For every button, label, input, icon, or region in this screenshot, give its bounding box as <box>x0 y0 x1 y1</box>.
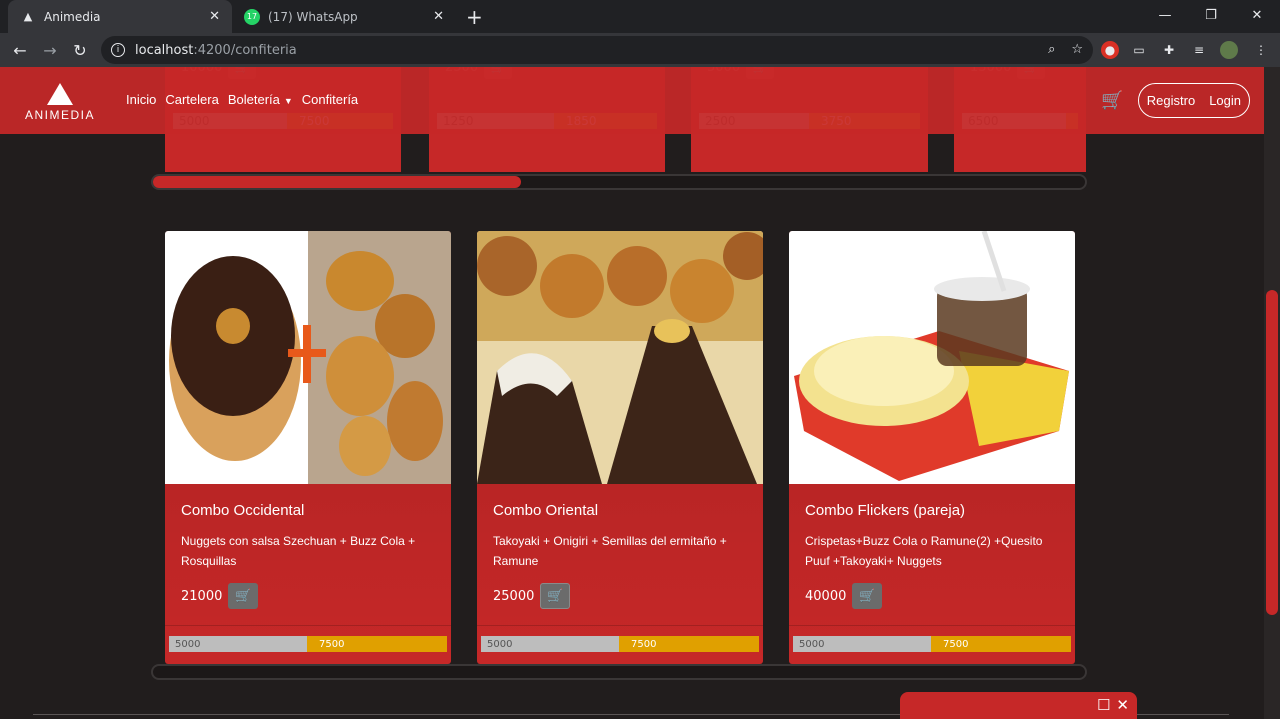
login-link[interactable]: Login <box>1209 93 1241 108</box>
close-tab-icon[interactable]: ✕ <box>433 9 444 24</box>
combo-image <box>789 231 1075 484</box>
browser-toolbar: ← → ↻ i localhost:4200/confiteria ⌕ ☆ ● … <box>0 33 1280 67</box>
nav-link-confiteria[interactable]: Confitería <box>302 92 358 107</box>
tab-whatsapp[interactable]: 17 (17) WhatsApp ✕ <box>232 0 456 33</box>
price-bar: 50007500 <box>793 636 1071 652</box>
extension-record-icon[interactable]: ● <box>1101 41 1119 59</box>
profile-avatar[interactable] <box>1220 41 1238 59</box>
cart-icon[interactable]: 🛒 <box>1101 90 1123 111</box>
auth-group: Registro Login <box>1137 83 1250 118</box>
nav-link-boleteria[interactable]: Boletería ▼ <box>228 92 293 107</box>
tab-title: Animedia <box>44 9 101 24</box>
combo-price: 25000 <box>493 588 535 604</box>
bookmark-star-icon[interactable]: ☆ <box>1071 42 1083 57</box>
window-controls: — ❐ ✕ <box>1142 0 1280 30</box>
price-row: 21000 🛒 <box>181 583 259 609</box>
logo-text: ANIMEDIA <box>24 108 95 122</box>
price-bar: 50007500 <box>169 636 447 652</box>
info-icon[interactable]: i <box>111 43 125 57</box>
url-host: localhost <box>135 42 194 58</box>
floating-panel[interactable]: ☐ ✕ <box>900 692 1137 719</box>
restore-icon[interactable]: ❐ <box>1188 0 1234 30</box>
nav-link-cartelera[interactable]: Cartelera <box>165 92 218 107</box>
card-divider <box>165 625 451 626</box>
menu-icon[interactable]: ⋮ <box>1252 41 1270 59</box>
combo-card: Combo Occidental Nuggets con salsa Szech… <box>165 231 451 664</box>
site-navbar: ANIMEDIA Inicio Cartelera Boletería ▼ Con… <box>0 67 1264 134</box>
price-low: 5000 <box>481 636 619 652</box>
site-logo[interactable]: ANIMEDIA <box>20 83 100 123</box>
price-high: 7500 <box>931 636 1071 652</box>
add-to-cart-button[interactable]: 🛒 <box>540 583 571 609</box>
combo-price: 21000 <box>181 588 223 604</box>
close-icon[interactable]: ✕ <box>1116 696 1129 714</box>
close-window-icon[interactable]: ✕ <box>1234 0 1280 30</box>
combo-title: Combo Oriental <box>493 502 599 519</box>
page-viewport: 10000🛒 50007500 2500🛒 12501850 5000🛒 250… <box>0 67 1264 719</box>
price-row: 25000 🛒 <box>493 583 571 609</box>
browser-tab-bar: ▲ Animedia ✕ 17 (17) WhatsApp ✕ + — ❐ ✕ <box>0 0 1280 33</box>
caret-down-icon: ▼ <box>283 96 293 106</box>
tab-title: (17) WhatsApp <box>268 9 358 24</box>
horizontal-scrollbar[interactable] <box>151 664 1087 680</box>
media-control-icon[interactable]: ≡ <box>1190 41 1208 59</box>
combo-card: Combo Oriental Takoyaki + Onigiri + Semi… <box>477 231 763 664</box>
combo-price: 40000 <box>805 588 847 604</box>
price-high: 7500 <box>307 636 447 652</box>
combo-description: Crispetas+Buzz Cola o Ramune(2) +Quesito… <box>805 534 1043 568</box>
new-tab-icon[interactable]: + <box>466 5 483 29</box>
vertical-scrollbar[interactable] <box>1264 67 1280 719</box>
combo-image <box>477 231 763 484</box>
close-tab-icon[interactable]: ✕ <box>209 9 220 24</box>
nav-right: 🛒 Registro Login <box>1101 83 1250 118</box>
tab-animedia[interactable]: ▲ Animedia ✕ <box>8 0 232 33</box>
price-high: 7500 <box>619 636 759 652</box>
combo-image <box>165 231 451 484</box>
scrollbar-thumb[interactable] <box>153 176 521 188</box>
url-path: :4200/confiteria <box>193 42 297 58</box>
maximize-icon[interactable]: ☐ <box>1097 696 1110 714</box>
forward-icon[interactable]: → <box>38 39 62 61</box>
nav-link-inicio[interactable]: Inicio <box>126 92 156 107</box>
minimize-icon[interactable]: — <box>1142 0 1188 30</box>
scrollbar-thumb[interactable] <box>1266 290 1278 615</box>
combo-title: Combo Occidental <box>181 502 305 519</box>
card-divider <box>477 625 763 626</box>
price-low: 5000 <box>169 636 307 652</box>
price-bar: 50007500 <box>481 636 759 652</box>
whatsapp-favicon-icon: 17 <box>244 8 260 25</box>
zoom-icon[interactable]: ⌕ <box>1048 42 1055 57</box>
logo-mark-icon <box>47 83 73 105</box>
horizontal-scrollbar[interactable] <box>151 174 1087 190</box>
extension-game-icon[interactable]: ▭ <box>1130 41 1148 59</box>
price-row: 40000 🛒 <box>805 583 883 609</box>
add-to-cart-button[interactable]: 🛒 <box>228 583 259 609</box>
price-low: 5000 <box>793 636 931 652</box>
combo-card: Combo Flickers (pareja) Crispetas+Buzz C… <box>789 231 1075 664</box>
address-bar[interactable]: i localhost:4200/confiteria ⌕ ☆ <box>101 36 1093 64</box>
combo-description: Takoyaki + Onigiri + Semillas del ermita… <box>493 534 727 568</box>
combo-description: Nuggets con salsa Szechuan + Buzz Cola +… <box>181 534 416 568</box>
combo-title: Combo Flickers (pareja) <box>805 502 966 519</box>
reload-icon[interactable]: ↻ <box>68 39 92 61</box>
register-link[interactable]: Registro <box>1147 93 1195 108</box>
nav-links: Inicio Cartelera Boletería ▼ Confitería <box>126 92 367 107</box>
extensions-puzzle-icon[interactable]: ✚ <box>1160 41 1178 59</box>
nav-link-label: Boletería <box>227 92 280 107</box>
card-divider <box>789 625 1075 626</box>
back-icon[interactable]: ← <box>8 39 32 61</box>
animedia-favicon-icon: ▲ <box>23 10 33 23</box>
add-to-cart-button[interactable]: 🛒 <box>852 583 883 609</box>
